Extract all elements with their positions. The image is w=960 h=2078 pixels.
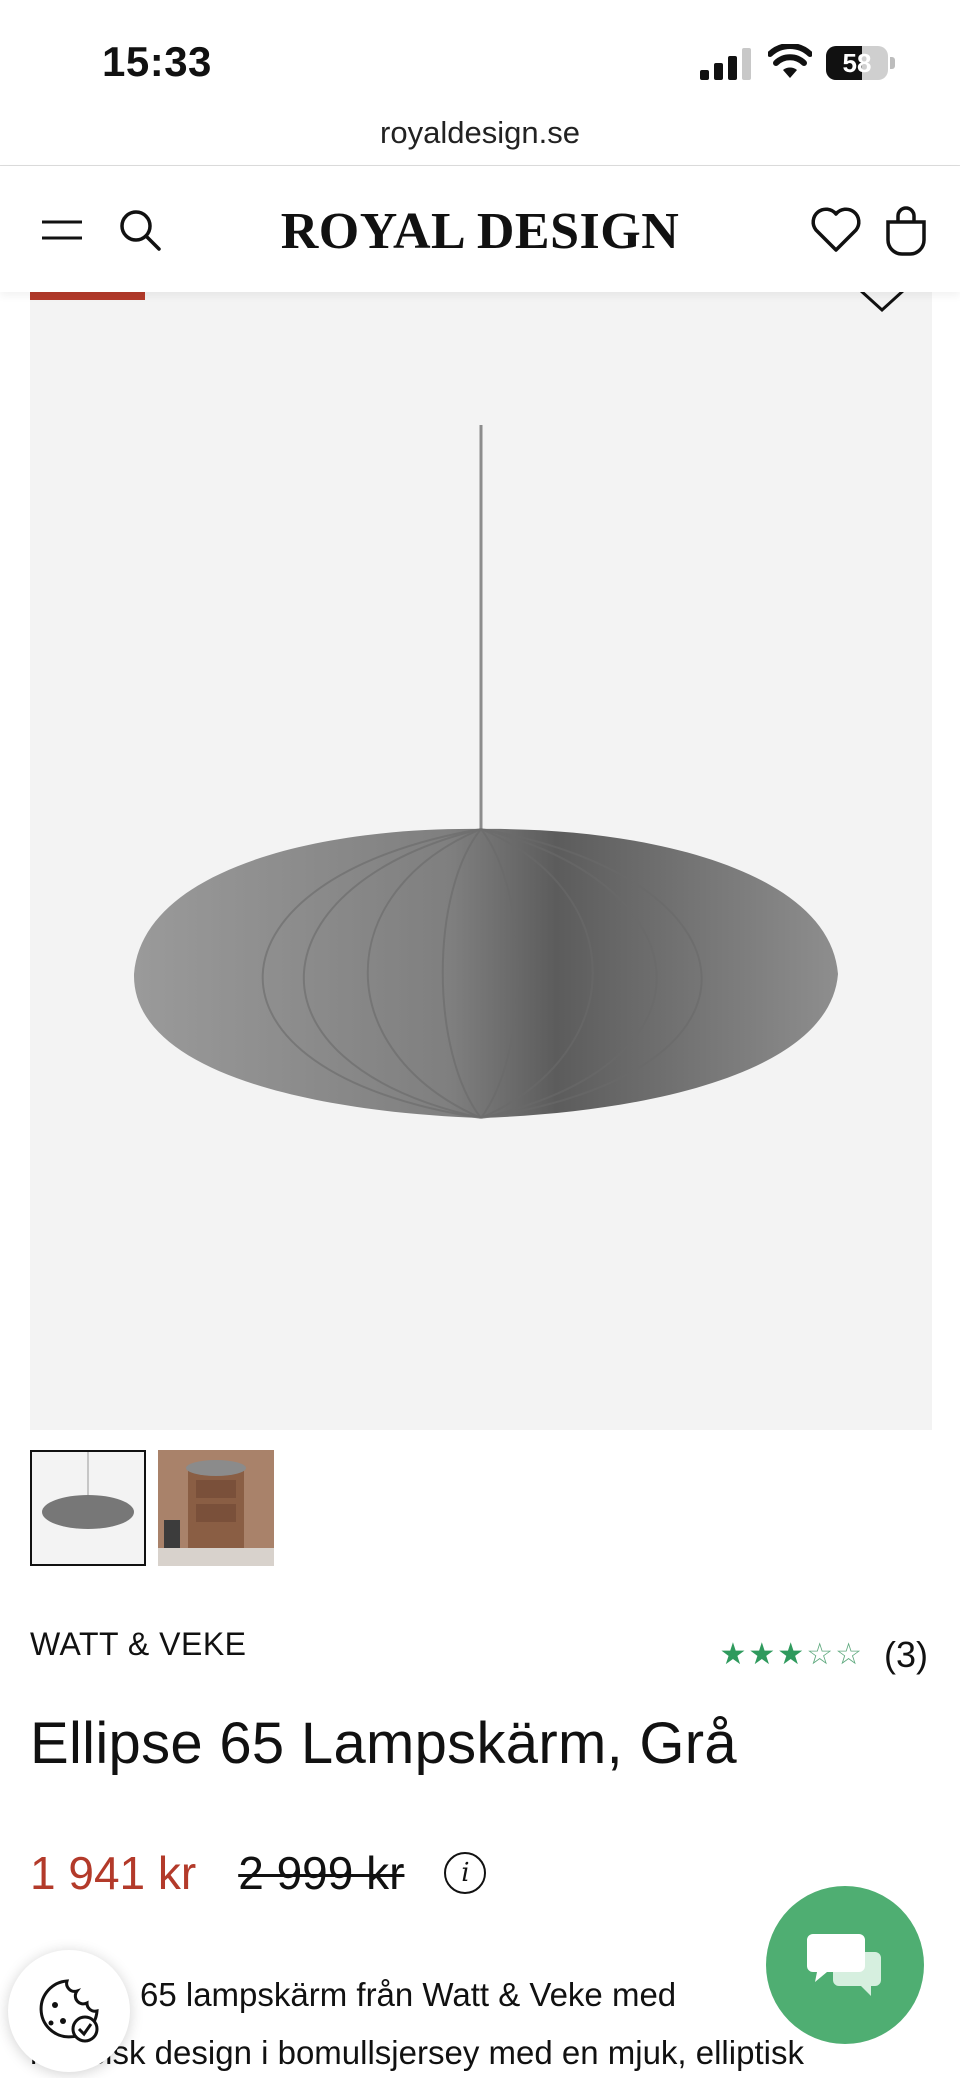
product-brand[interactable]: WATT & VEKE (30, 1626, 247, 1663)
description-line: klassisk design i bomullsjersey med en m… (30, 2034, 804, 2071)
description-line: 65 lampskärm från Watt & Veke med (140, 1976, 677, 2013)
cookie-icon (39, 1979, 99, 2043)
wifi-icon (768, 44, 812, 78)
lamp-image (133, 425, 838, 1119)
chat-button[interactable] (766, 1886, 924, 2044)
rating-stars: ★ ★ ★ ☆ ☆ (719, 1640, 862, 1670)
star-filled-icon: ★ (777, 1638, 805, 1671)
star-empty-icon: ☆ (835, 1638, 862, 1671)
product-rating[interactable]: ★ ★ ★ ☆ ☆ (3) (719, 1634, 928, 1676)
chat-icon (807, 1934, 881, 1996)
heart-icon (811, 207, 861, 252)
status-time: 15:33 (102, 38, 212, 85)
chevron-down-icon[interactable] (856, 292, 908, 314)
thumbnail-lamp-image (32, 1452, 144, 1564)
wishlist-button[interactable] (808, 202, 864, 258)
battery-icon: 58 (826, 46, 896, 80)
review-count: (3) (884, 1634, 928, 1675)
price-row: 1 941 kr 2 999 kr i (30, 1846, 487, 1900)
address-bar[interactable]: royaldesign.se (0, 108, 960, 164)
info-icon[interactable]: i (444, 1852, 487, 1894)
cart-button[interactable] (878, 202, 934, 258)
status-bar: 15:33 58 (0, 0, 960, 120)
thumbnail-strip (30, 1450, 274, 1568)
thumbnail-room[interactable] (158, 1450, 274, 1566)
site-header: ROYAL DESIGN (0, 166, 960, 292)
battery-level: 58 (842, 48, 872, 78)
product-title: Ellipse 65 Lampskärm, Grå (30, 1711, 737, 1776)
bag-icon (886, 206, 926, 256)
cookie-settings-button[interactable] (8, 1950, 130, 2072)
signal-icon (700, 48, 751, 80)
thumbnail-lamp[interactable] (30, 1450, 146, 1566)
original-price: 2 999 kr (238, 1847, 405, 1899)
star-filled-icon: ★ (748, 1638, 776, 1671)
star-filled-icon: ★ (719, 1638, 747, 1671)
product-image[interactable] (30, 292, 932, 1430)
star-empty-icon: ☆ (806, 1638, 834, 1671)
thumbnail-room-image (158, 1450, 274, 1566)
sale-price: 1 941 kr (30, 1847, 197, 1899)
